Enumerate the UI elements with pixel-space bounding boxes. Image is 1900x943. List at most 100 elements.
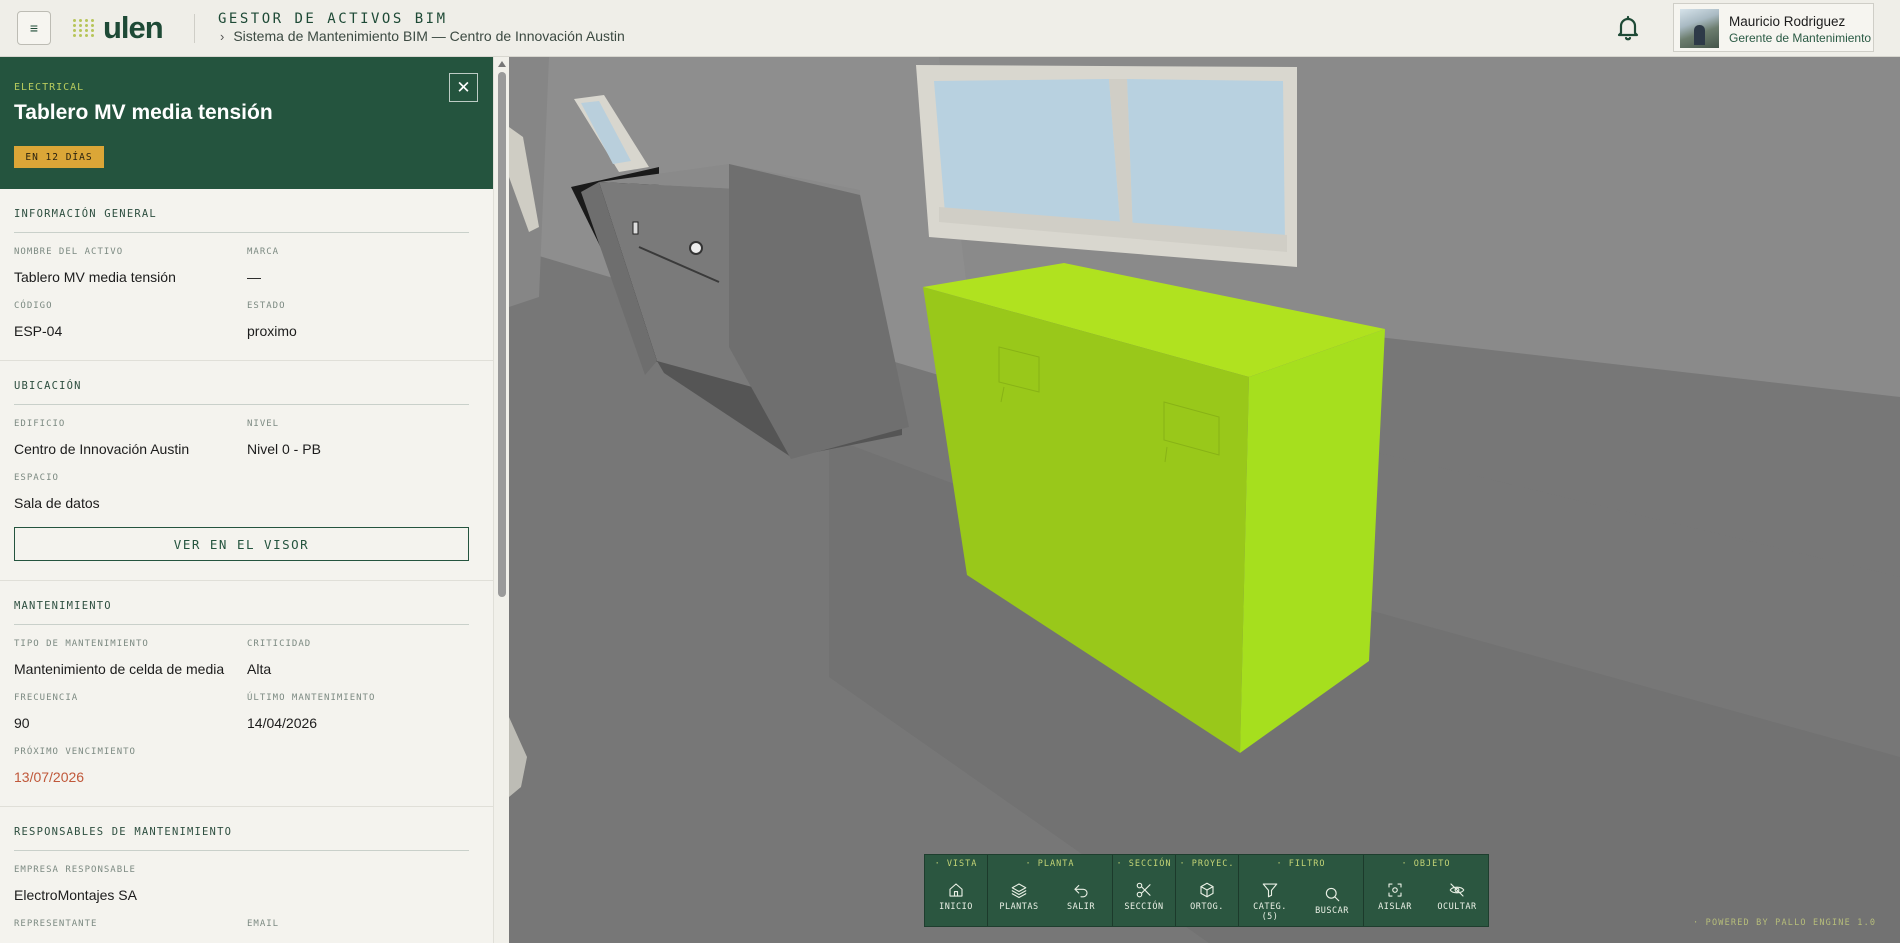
- viewer-toolbar: · VISTA INICIO · PLANTA PLANTAS SALIR · …: [924, 854, 1489, 927]
- undo-icon: [1074, 884, 1088, 898]
- toolbar-group-label: · PLANTA: [1025, 859, 1075, 869]
- field-label-next-due: PRÓXIMO VENCIMIENTO: [14, 747, 136, 757]
- home-icon: [949, 883, 963, 897]
- field-label-last-maintenance: ÚLTIMO MANTENIMIENTO: [247, 693, 376, 703]
- toolbar-button-label: PLANTAS: [999, 902, 1039, 912]
- toolbar-button-label: ORTOG.: [1190, 902, 1224, 912]
- layers-icon: [1011, 883, 1027, 899]
- toolbar-button-label: CATEG. (5): [1253, 902, 1287, 922]
- scene-render: [509, 57, 1900, 943]
- toolbar-group-filter: · FILTRO CATEG. (5) BUSCAR: [1239, 855, 1364, 926]
- scissors-icon: [1136, 882, 1151, 898]
- toolbar-group-label: · PROYEC.: [1179, 859, 1235, 869]
- field-label-space: ESPACIO: [14, 473, 59, 483]
- breadcrumb: › Sistema de Mantenimiento BIM — Centro …: [220, 28, 625, 44]
- user-menu[interactable]: Mauricio Rodriguez Gerente de Mantenimie…: [1673, 3, 1874, 52]
- toolbar-group-plant: · PLANTA PLANTAS SALIR: [988, 855, 1113, 926]
- user-name: Mauricio Rodriguez: [1729, 14, 1846, 29]
- bim-3d-viewer[interactable]: · POWERED BY PALLO ENGINE 1.0: [509, 57, 1900, 943]
- cube-icon: [1200, 882, 1214, 898]
- header-divider: [194, 14, 195, 43]
- asset-title: Tablero MV media tensión: [14, 101, 273, 124]
- toolbar-group-object: · OBJETO AISLAR OCULTAR: [1364, 855, 1488, 926]
- field-label-frequency: FRECUENCIA: [14, 693, 79, 703]
- field-label-code: CÓDIGO: [14, 301, 53, 311]
- field-label-level: NIVEL: [247, 419, 280, 429]
- section-rule: [14, 404, 469, 405]
- field-label-maintenance-type: TIPO DE MANTENIMIENTO: [14, 639, 149, 649]
- field-label-criticality: CRITICIDAD: [247, 639, 312, 649]
- toolbar-button-label: AISLAR: [1378, 902, 1412, 912]
- field-value-criticality: Alta: [247, 661, 272, 677]
- asset-header: ELECTRICAL Tablero MV media tensión EN 1…: [0, 57, 493, 189]
- view-in-viewer-button[interactable]: VER EN EL VISOR: [14, 527, 469, 561]
- toolbar-group-section: · SECCIÓN SECCIÓN: [1113, 855, 1176, 926]
- section-divider: [0, 806, 493, 807]
- logo-dots-icon: [73, 19, 95, 37]
- field-value-last-maintenance: 14/04/2026: [247, 715, 318, 731]
- toolbar-button-label: OCULTAR: [1437, 902, 1477, 912]
- search-icon: [1325, 887, 1340, 902]
- toolbar-button-label: SALIR: [1066, 902, 1096, 912]
- asset-category: ELECTRICAL: [14, 82, 85, 93]
- app-title: GESTOR DE ACTIVOS BIM: [218, 11, 448, 27]
- toolbar-button-label: INICIO: [939, 902, 973, 912]
- field-value-company: ElectroMontajes SA: [14, 887, 137, 903]
- breadcrumb-item[interactable]: Sistema de Mantenimiento BIM — Centro de…: [233, 28, 624, 44]
- field-value-frequency: 90: [14, 715, 30, 731]
- scroll-up-arrow-icon[interactable]: [498, 61, 506, 67]
- section-divider: [0, 580, 493, 581]
- chevron-right-icon: ›: [220, 28, 225, 44]
- field-label-brand: MARCA: [247, 247, 280, 257]
- toolbar-group-label: · VISTA: [934, 859, 978, 869]
- focus-icon: [1388, 883, 1402, 897]
- eye-off-icon: [1449, 883, 1465, 897]
- field-label-representative: REPRESENTANTE: [14, 919, 98, 929]
- user-role: Gerente de Mantenimiento: [1729, 31, 1872, 45]
- top-bar: ≡ ulen GESTOR DE ACTIVOS BIM › Sistema d…: [0, 0, 1900, 57]
- field-value-brand: —: [247, 269, 261, 285]
- field-label-email: EMAIL: [247, 919, 280, 929]
- filter-icon: [1262, 883, 1278, 898]
- toolbar-group-label: · FILTRO: [1276, 859, 1326, 869]
- close-button[interactable]: ✕: [449, 73, 478, 102]
- notifications-bell-icon[interactable]: [1612, 12, 1644, 44]
- toolbar-button-label: SECCIÓN: [1124, 902, 1164, 912]
- section-rule: [14, 624, 469, 625]
- logo: ulen: [73, 9, 164, 47]
- field-label-company: EMPRESA RESPONSABLE: [14, 865, 136, 875]
- logo-text: ulen: [103, 10, 164, 45]
- field-value-maintenance-type: Mantenimiento de celda de media: [14, 661, 225, 677]
- field-value-next-due: 13/07/2026: [14, 769, 85, 785]
- panel-scrollbar[interactable]: [493, 57, 509, 943]
- section-rule: [14, 232, 469, 233]
- avatar: [1680, 9, 1719, 48]
- hamburger-icon: ≡: [29, 20, 39, 36]
- menu-button[interactable]: ≡: [17, 11, 51, 45]
- toolbar-group-view: · VISTA INICIO: [925, 855, 988, 926]
- field-value-code: ESP-04: [14, 323, 63, 339]
- field-value-asset-name: Tablero MV media tensión: [14, 269, 176, 285]
- toolbar-group-label: · OBJETO: [1401, 859, 1451, 869]
- close-icon: ✕: [456, 77, 471, 97]
- section-title-responsible: RESPONSABLES DE MANTENIMIENTO: [14, 826, 233, 838]
- field-label-status: ESTADO: [247, 301, 286, 311]
- section-title-location: UBICACIÓN: [14, 380, 82, 392]
- field-value-space: Sala de datos: [14, 495, 100, 511]
- field-value-status: proximo: [247, 323, 297, 339]
- field-label-asset-name: NOMBRE DEL ACTIVO: [14, 247, 124, 257]
- section-rule: [14, 850, 469, 851]
- field-value-level: Nivel 0 - PB: [247, 441, 321, 457]
- asset-detail-panel: ELECTRICAL Tablero MV media tensión EN 1…: [0, 57, 493, 943]
- field-value-building: Centro de Innovación Austin: [14, 441, 190, 457]
- toolbar-button-label: BUSCAR: [1315, 906, 1349, 916]
- toolbar-group-projection: · PROYEC. ORTOG.: [1176, 855, 1239, 926]
- section-title-general: INFORMACIÓN GENERAL: [14, 208, 157, 220]
- scroll-thumb[interactable]: [498, 72, 506, 597]
- field-label-building: EDIFICIO: [14, 419, 66, 429]
- section-divider: [0, 360, 493, 361]
- powered-by-label: · POWERED BY PALLO ENGINE 1.0: [1693, 918, 1877, 928]
- section-title-maintenance: MANTENIMIENTO: [14, 600, 112, 612]
- toolbar-group-label: · SECCIÓN: [1116, 859, 1172, 869]
- due-badge: EN 12 DÍAS: [14, 146, 104, 168]
